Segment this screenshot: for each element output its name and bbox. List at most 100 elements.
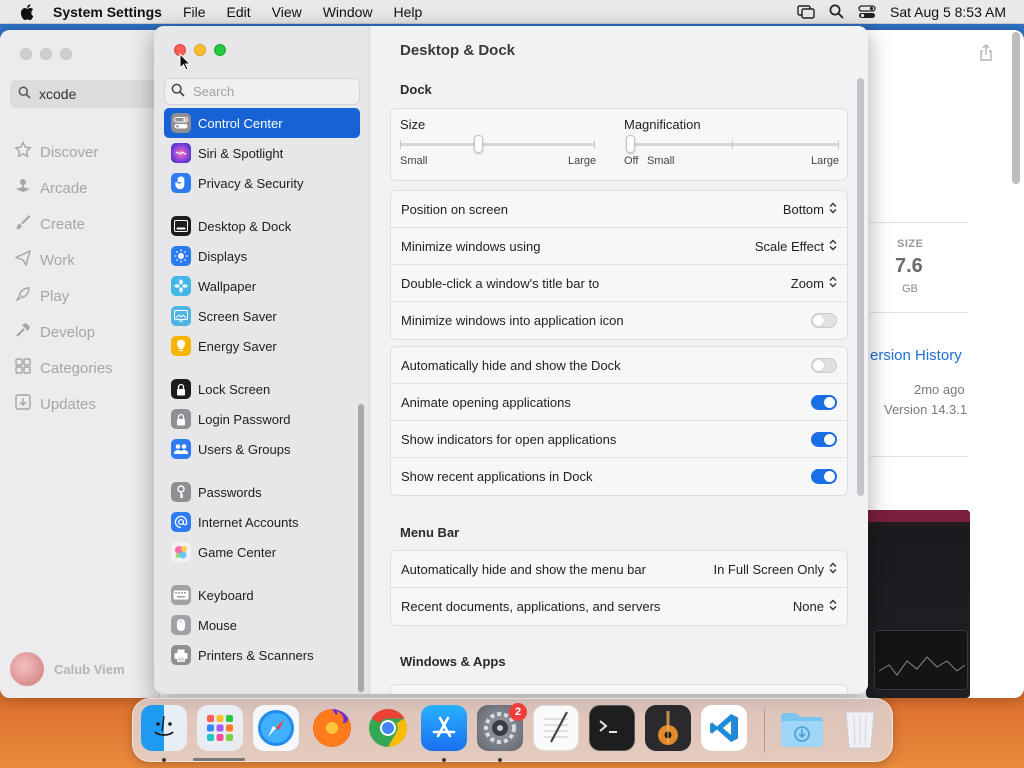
position-on-screen-popup[interactable]: Bottom xyxy=(783,202,837,217)
keyboard-icon xyxy=(171,585,191,605)
nav-categories[interactable]: Categories xyxy=(14,350,113,386)
textedit-icon[interactable] xyxy=(533,705,579,751)
sidebar-item-internet-accounts[interactable]: Internet Accounts xyxy=(164,507,360,537)
zoom-button[interactable] xyxy=(214,44,226,56)
hand-icon xyxy=(171,173,191,193)
auto-hide-menu-bar-popup[interactable]: In Full Screen Only xyxy=(713,562,837,577)
nav-arcade[interactable]: Arcade xyxy=(14,170,113,206)
animate-opening-row: Animate opening applications xyxy=(391,384,847,421)
menu-view[interactable]: View xyxy=(272,4,302,20)
sidebar-item-wallpaper[interactable]: Wallpaper xyxy=(164,271,360,301)
content-scrollbar[interactable] xyxy=(857,78,864,496)
finder-icon[interactable] xyxy=(141,705,187,751)
auto-hide-menu-bar-row: Automatically hide and show the menu bar… xyxy=(391,551,847,588)
show-indicators-toggle[interactable] xyxy=(811,431,837,447)
search-input[interactable] xyxy=(193,84,353,99)
app-store-icon[interactable] xyxy=(421,705,467,751)
minimize-into-app-icon-toggle[interactable] xyxy=(811,313,837,328)
app-store-scrollbar[interactable] xyxy=(1012,32,1020,184)
terminal-icon[interactable] xyxy=(589,705,635,751)
app-screenshot-preview[interactable] xyxy=(866,510,970,698)
app-store-zoom-button[interactable] xyxy=(60,48,72,60)
menu-edit[interactable]: Edit xyxy=(227,4,251,20)
trash-icon[interactable] xyxy=(837,705,883,751)
launchpad-icon[interactable] xyxy=(197,705,243,751)
settings-search-field[interactable] xyxy=(164,78,360,105)
nav-updates-label: Updates xyxy=(40,395,96,413)
nav-create[interactable]: Create xyxy=(14,206,113,242)
recent-documents-popup[interactable]: None xyxy=(793,599,837,614)
sidebar-item-screen-saver[interactable]: Screen Saver xyxy=(164,301,360,331)
nav-work-label: Work xyxy=(40,251,75,269)
auto-hide-dock-toggle[interactable] xyxy=(811,357,837,373)
row-label: Position on screen xyxy=(401,201,508,217)
control-center-menu-icon[interactable] xyxy=(858,4,876,19)
dock-icon xyxy=(171,216,191,236)
sidebar-item-passwords[interactable]: Passwords xyxy=(164,477,360,507)
nav-discover[interactable]: Discover xyxy=(14,134,113,170)
app-store-minimize-button[interactable] xyxy=(40,48,52,60)
nav-play[interactable]: Play xyxy=(14,278,113,314)
size-slider-label: Size xyxy=(400,117,426,132)
menu-help[interactable]: Help xyxy=(394,4,423,20)
nav-discover-label: Discover xyxy=(40,143,99,161)
sidebar-item-users-groups[interactable]: Users & Groups xyxy=(164,434,360,464)
nav-categories-label: Categories xyxy=(40,359,113,377)
row-label: Show recent applications in Dock xyxy=(401,469,593,484)
apple-icon[interactable] xyxy=(16,1,38,23)
show-recent-apps-toggle[interactable] xyxy=(811,469,837,484)
app-store-sidebar: xcode Discover Arcade Create Work Play D… xyxy=(0,30,160,698)
sidebar-item-label: Displays xyxy=(198,248,248,264)
sidebar-item-game-center[interactable]: Game Center xyxy=(164,537,360,567)
animate-opening-toggle[interactable] xyxy=(811,394,837,410)
size-slider-knob[interactable] xyxy=(474,135,483,153)
safari-icon[interactable] xyxy=(253,705,299,751)
firefox-icon[interactable] xyxy=(309,705,355,751)
nav-play-label: Play xyxy=(40,287,70,305)
app-store-account[interactable]: Calub Viem xyxy=(10,652,125,686)
size-info-label: SIZE xyxy=(897,238,924,250)
app-store-close-button[interactable] xyxy=(20,48,32,60)
chrome-icon[interactable] xyxy=(365,705,411,751)
sidebar-item-label: Keyboard xyxy=(198,587,254,603)
recent-documents-row: Recent documents, applications, and serv… xyxy=(391,588,847,625)
sidebar-item-lock-screen[interactable]: Lock Screen xyxy=(164,374,360,404)
nav-updates[interactable]: Updates xyxy=(14,386,113,422)
sidebar-item-siri-spotlight[interactable]: Siri & Spotlight xyxy=(164,138,360,168)
screen-mirroring-icon[interactable] xyxy=(797,4,815,19)
nav-work[interactable]: Work xyxy=(14,242,113,278)
sidebar-item-desktop-dock[interactable]: Desktop & Dock xyxy=(164,211,360,241)
double-click-action-popup[interactable]: Zoom xyxy=(791,276,837,291)
show-indicators-row: Show indicators for open applications xyxy=(391,421,847,458)
sidebar-item-mouse[interactable]: Mouse xyxy=(164,610,360,640)
row-label: Double-click a window's title bar to xyxy=(401,275,600,291)
sidebar-item-displays[interactable]: Displays xyxy=(164,241,360,271)
divider xyxy=(870,312,968,313)
spotlight-search-icon[interactable] xyxy=(829,4,844,19)
sidebar-item-label: Control Center xyxy=(198,115,283,131)
vscode-icon[interactable] xyxy=(701,705,747,751)
nav-develop[interactable]: Develop xyxy=(14,314,113,350)
minimize-button[interactable] xyxy=(194,44,206,56)
flower-icon xyxy=(171,276,191,296)
sidebar-item-privacy-security[interactable]: Privacy & Security xyxy=(164,168,360,198)
sidebar-scrollbar[interactable] xyxy=(358,404,364,692)
menu-file[interactable]: File xyxy=(183,4,206,20)
popup-value: Scale Effect xyxy=(754,238,824,254)
minimize-effect-popup[interactable]: Scale Effect xyxy=(755,239,837,254)
menu-app-name[interactable]: System Settings xyxy=(53,4,162,20)
share-icon[interactable] xyxy=(978,44,994,65)
sun-icon xyxy=(171,246,191,266)
sidebar-item-login-password[interactable]: Login Password xyxy=(164,404,360,434)
sidebar-item-printers-scanners[interactable]: Printers & Scanners xyxy=(164,640,360,670)
menu-clock[interactable]: Sat Aug 5 8:53 AM xyxy=(890,4,1006,20)
sidebar-item-energy-saver[interactable]: Energy Saver xyxy=(164,331,360,361)
app-store-search-field[interactable]: xcode xyxy=(10,80,160,108)
version-history-link[interactable]: ersion History xyxy=(870,347,962,364)
garageband-icon[interactable] xyxy=(645,705,691,751)
downloads-folder-icon[interactable] xyxy=(779,705,825,751)
menu-window[interactable]: Window xyxy=(323,4,373,20)
sidebar-item-control-center[interactable]: Control Center xyxy=(164,108,360,138)
sidebar-item-keyboard[interactable]: Keyboard xyxy=(164,580,360,610)
magnification-slider-knob[interactable] xyxy=(626,135,635,153)
